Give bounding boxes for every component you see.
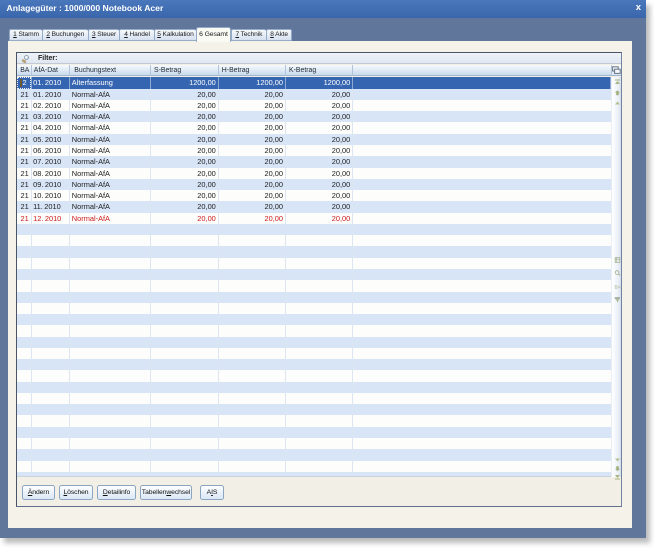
svg-text:BA: BA xyxy=(614,285,621,290)
